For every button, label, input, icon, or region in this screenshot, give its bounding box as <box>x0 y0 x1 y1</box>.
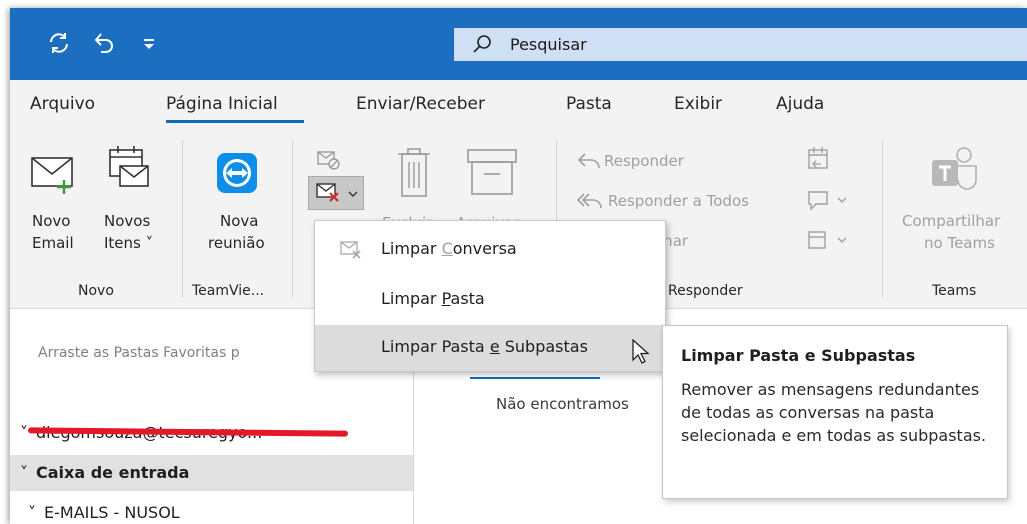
share-teams-label-1: Compartilhar <box>902 212 1001 230</box>
share-teams-label-2: no Teams <box>924 234 995 252</box>
menu-item-label: Limpar Pasta e Subpastas <box>381 337 588 356</box>
menu-item-label: Limpar Pasta <box>381 289 485 308</box>
label-part: Limpar <box>381 289 442 308</box>
outlook-window: Pesquisar Arquivo Página Inicial Enviar/… <box>10 8 1027 524</box>
inbox-folder[interactable]: ˅ Caixa de entrada <box>10 455 413 491</box>
more-reply-icon[interactable] <box>806 228 850 258</box>
empty-message-text: Não encontramos <box>496 395 629 413</box>
cleanup-conversation-icon <box>339 239 365 265</box>
reply-label: Responder <box>604 152 684 170</box>
im-reply-icon[interactable] <box>806 188 850 218</box>
chevron-down-icon: ˅ <box>28 503 36 522</box>
menu-item-limpar-pasta[interactable]: Limpar Pasta <box>315 277 665 323</box>
chevron-down-icon: ˅ <box>20 423 28 442</box>
access-key: C <box>441 239 453 258</box>
account-row[interactable]: ˅ diegomsouza@tecsuregyo... <box>10 417 413 449</box>
new-items-icon <box>106 144 154 196</box>
cleanup-dropdown-menu: Limpar Conversa Limpar Pasta Limpar Past… <box>314 220 666 372</box>
menu-item-label: Limpar Conversa <box>381 239 517 258</box>
search-box[interactable]: Pesquisar <box>454 28 1027 61</box>
group-label-teamviewer: TeamVie... <box>192 283 265 299</box>
customize-qat-icon[interactable] <box>140 30 166 56</box>
teamviewer-icon <box>216 152 258 198</box>
label-part: Limpar Pasta <box>381 337 490 356</box>
label-part: asta <box>450 289 485 308</box>
tooltip: Limpar Pasta e Subpastas Remover as mens… <box>662 325 1008 499</box>
title-bar: Pesquisar <box>10 8 1027 80</box>
subfolder-label: E-MAILS - NUSOL <box>44 503 180 522</box>
reply-all-label: Responder a Todos <box>608 192 749 210</box>
group-label-novo: Novo <box>78 283 114 299</box>
ribbon-separator <box>182 140 183 298</box>
menu-item-limpar-pasta-e-subpastas[interactable]: Limpar Pasta e Subpastas <box>315 325 665 371</box>
label-part: Subpastas <box>499 337 588 356</box>
filter-indicator <box>470 377 600 379</box>
subfolder-item[interactable]: ˅ E-MAILS - NUSOL <box>10 499 413 524</box>
archive-icon[interactable] <box>466 148 518 202</box>
new-items-label-1: Novos <box>104 212 151 230</box>
ribbon-separator <box>882 140 883 298</box>
active-tab-indicator <box>166 120 304 123</box>
search-placeholder: Pesquisar <box>510 35 587 54</box>
tab-enviar-receber[interactable]: Enviar/Receber <box>356 94 485 114</box>
label-part: onversa <box>452 239 517 258</box>
reply-icon <box>576 150 602 176</box>
tooltip-body: Remover as mensagens redundantes de toda… <box>681 380 987 445</box>
teams-icon <box>930 146 980 196</box>
tab-arquivo[interactable]: Arquivo <box>30 94 95 114</box>
cleanup-button[interactable] <box>308 176 364 210</box>
new-email-icon <box>30 152 78 198</box>
search-icon <box>472 34 492 54</box>
tooltip-title: Limpar Pasta e Subpastas <box>681 346 916 365</box>
access-key: e <box>489 337 500 356</box>
teamviewer-label-2: reunião <box>208 234 265 252</box>
new-email-label-1: Novo <box>32 212 71 230</box>
menu-item-limpar-conversa[interactable]: Limpar Conversa <box>315 227 665 273</box>
meeting-reply-icon[interactable] <box>806 146 832 176</box>
teamviewer-label-1: Nova <box>220 212 259 230</box>
ribbon-separator <box>292 140 293 298</box>
access-key: P <box>441 289 451 308</box>
tab-exibir[interactable]: Exibir <box>674 94 722 114</box>
new-email-label-2: Email <box>32 234 74 252</box>
group-label-teams: Teams <box>932 283 977 299</box>
cleanup-icon <box>315 181 345 209</box>
new-items-label-2: Itens ˅ <box>104 234 154 252</box>
delete-icon[interactable] <box>394 146 434 206</box>
chevron-down-icon: ˅ <box>20 463 28 482</box>
inbox-label: Caixa de entrada <box>36 463 190 482</box>
tab-pasta[interactable]: Pasta <box>566 94 612 114</box>
tab-ajuda[interactable]: Ajuda <box>776 94 824 114</box>
group-label-responder: Responder <box>668 283 743 299</box>
sync-icon[interactable] <box>46 30 72 56</box>
reply-all-icon <box>576 190 604 216</box>
ignore-icon[interactable] <box>316 146 342 176</box>
label-part: Limpar <box>381 239 442 258</box>
mouse-cursor-icon <box>631 338 651 369</box>
tab-pagina-inicial[interactable]: Página Inicial <box>166 94 278 114</box>
undo-icon[interactable] <box>92 30 118 56</box>
chevron-down-icon <box>347 185 359 204</box>
favorites-hint: Arraste as Pastas Favoritas p <box>38 345 240 361</box>
